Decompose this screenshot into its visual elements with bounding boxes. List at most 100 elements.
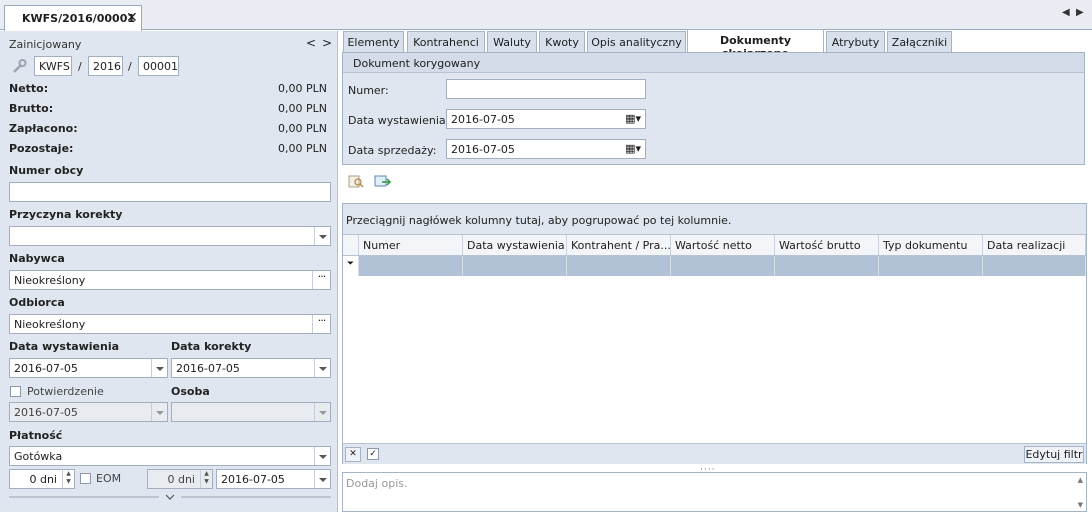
tab-strip: Elementy Kontrahenci Waluty Kwoty Opis a… (340, 29, 1092, 60)
close-icon[interactable]: ✕ (126, 10, 138, 26)
dokument-korygowany-group: Dokument korygowany Numer: Data wystawie… (342, 52, 1085, 165)
filter-icon: ⏷ (343, 256, 359, 276)
potwierdzenie-label: Potwierdzenie (27, 385, 104, 398)
expand-panel-handle[interactable] (9, 494, 331, 502)
tab-dokumenty-skojarzone[interactable]: Dokumenty skojarzone (687, 29, 824, 60)
eom-dni-spinner: 0 dni ▲ ▼ (147, 469, 213, 489)
eom-label: EOM (96, 472, 122, 485)
filter-row[interactable]: ⏷ (343, 256, 1086, 276)
number-prefix-field[interactable]: KWFS (34, 56, 72, 76)
column-header-typ-dokumentu[interactable]: Typ dokumentu (879, 235, 983, 256)
netto-value: 0,00 PLN (278, 82, 327, 95)
column-header-numer[interactable]: Numer (359, 235, 463, 256)
ellipsis-icon[interactable]: ··· (312, 271, 330, 289)
ellipsis-icon[interactable]: ··· (312, 315, 330, 333)
data-wystawienia-picker[interactable]: 2016-07-05 ▦▾ (446, 109, 646, 129)
chevron-down-icon[interactable] (314, 359, 330, 377)
numer-input[interactable] (446, 79, 646, 99)
tab-scroll-right-icon[interactable]: ▶ (1076, 7, 1084, 18)
osoba-select (171, 402, 331, 422)
przyczyna-korekty-label: Przyczyna korekty (9, 208, 123, 221)
numer-obcy-input[interactable] (9, 182, 331, 202)
zaplacono-value: 0,00 PLN (278, 122, 327, 135)
column-header-wartosc-netto[interactable]: Wartość netto (671, 235, 775, 256)
document-tab[interactable]: KWFS/2016/00001 ✕ (4, 5, 142, 31)
filter-cell[interactable] (567, 256, 671, 276)
next-status-icon[interactable]: > (322, 36, 332, 50)
data-sprzedazy-picker[interactable]: 2016-07-05 ▦▾ (446, 139, 646, 159)
column-header-data-wystawienia[interactable]: Data wystawienia (463, 235, 567, 256)
pozostaje-label: Pozostaje: (9, 142, 74, 155)
row-indicator-header (343, 235, 359, 256)
chevron-down-icon[interactable] (151, 359, 167, 377)
scroll-down-icon[interactable]: ▼ (1078, 501, 1083, 509)
chevron-down-icon[interactable] (314, 227, 330, 245)
description-textarea[interactable]: Dodaj opis. ▲ ▼ (342, 472, 1087, 512)
data-sprzedazy-value: 2016-07-05 (451, 143, 515, 156)
number-sequence-field[interactable]: 00001 (138, 56, 179, 76)
column-header-wartosc-brutto[interactable]: Wartość brutto (775, 235, 879, 256)
nabywca-label: Nabywca (9, 252, 65, 265)
zaplacono-label: Zapłacono: (9, 122, 78, 135)
tab-waluty[interactable]: Waluty (487, 31, 537, 53)
data-sprzedazy-label: Data sprzedaży: (348, 144, 437, 157)
nabywca-field[interactable]: Nieokreślony ··· (9, 270, 331, 290)
tab-kwoty[interactable]: Kwoty (539, 31, 585, 53)
data-korekty-value: 2016-07-05 (176, 362, 240, 375)
document-tab-title: KWFS/2016/00001 (22, 12, 136, 25)
tab-zalaczniki[interactable]: Załączniki (887, 31, 952, 53)
status-label: Zainicjowany (9, 38, 82, 51)
document-tab-bar: KWFS/2016/00001 ✕ ◀ ▶ (0, 0, 1092, 31)
grid-footer: ✕ ✓ Edytuj filtr (343, 443, 1086, 464)
przyczyna-korekty-select[interactable] (9, 226, 331, 246)
potwierdzenie-checkbox[interactable] (10, 386, 21, 397)
eom-dni-value: 0 dni (167, 473, 195, 486)
tab-elementy[interactable]: Elementy (343, 31, 404, 53)
platnosc-value: Gotówka (14, 450, 63, 463)
brutto-value: 0,00 PLN (278, 102, 327, 115)
tab-atrybuty[interactable]: Atrybuty (826, 31, 885, 53)
filter-cell[interactable] (359, 256, 463, 276)
netto-label: Netto: (9, 82, 49, 95)
data-korekty-picker[interactable]: 2016-07-05 (171, 358, 331, 378)
link-documents-icon[interactable] (374, 175, 392, 189)
linked-documents-grid: Przeciągnij nagłówek kolumny tutaj, aby … (342, 203, 1087, 464)
number-year-field[interactable]: 2016 (88, 56, 123, 76)
enable-filter-checkbox[interactable]: ✓ (367, 448, 379, 460)
chevron-down-icon[interactable] (314, 470, 330, 488)
data-wystawienia-label: Data wystawienia: (348, 114, 450, 127)
calendar-icon[interactable]: ▦▾ (625, 142, 641, 155)
column-header-data-realizacji[interactable]: Data realizacji (983, 235, 1086, 256)
termin-dni-spinner[interactable]: 0 dni ▲ ▼ (9, 469, 75, 489)
tab-scroll-left-icon[interactable]: ◀ (1062, 7, 1070, 18)
filter-cell[interactable] (879, 256, 983, 276)
column-header-kontrahent[interactable]: Kontrahent / Pra... (567, 235, 671, 256)
tab-opis-analityczny[interactable]: Opis analityczny (587, 31, 686, 53)
termin-date-value: 2016-07-05 (221, 473, 285, 486)
clear-filter-icon[interactable]: ✕ (345, 447, 361, 462)
odbiorca-field[interactable]: Nieokreślony ··· (9, 314, 331, 334)
scroll-up-icon[interactable]: ▲ (1078, 476, 1083, 484)
eom-checkbox[interactable] (80, 473, 91, 484)
chevron-down-icon (151, 403, 167, 421)
filter-cell[interactable] (463, 256, 567, 276)
data-wystawienia-picker[interactable]: 2016-07-05 (9, 358, 168, 378)
detail-panel: Elementy Kontrahenci Waluty Kwoty Opis a… (340, 29, 1092, 512)
filter-cell[interactable] (775, 256, 879, 276)
chevron-down-icon[interactable] (314, 447, 330, 465)
platnosc-select[interactable]: Gotówka (9, 446, 331, 466)
edit-filter-button[interactable]: Edytuj filtr (1024, 446, 1084, 463)
preview-document-icon[interactable] (348, 175, 364, 189)
termin-date-picker[interactable]: 2016-07-05 (216, 469, 331, 489)
group-by-area[interactable]: Przeciągnij nagłówek kolumny tutaj, aby … (343, 204, 1086, 235)
calendar-icon[interactable]: ▦▾ (625, 112, 641, 125)
filter-cell[interactable] (671, 256, 775, 276)
data-wystawienia-label: Data wystawienia (9, 340, 120, 353)
odbiorca-label: Odbiorca (9, 296, 65, 309)
spinner-arrows-icon[interactable]: ▲ ▼ (62, 470, 74, 488)
odbiorca-value: Nieokreślony (14, 318, 86, 331)
tab-kontrahenci[interactable]: Kontrahenci (407, 31, 485, 53)
wrench-icon[interactable] (11, 58, 27, 74)
filter-cell[interactable] (983, 256, 1086, 276)
prev-status-icon[interactable]: < (306, 36, 316, 50)
